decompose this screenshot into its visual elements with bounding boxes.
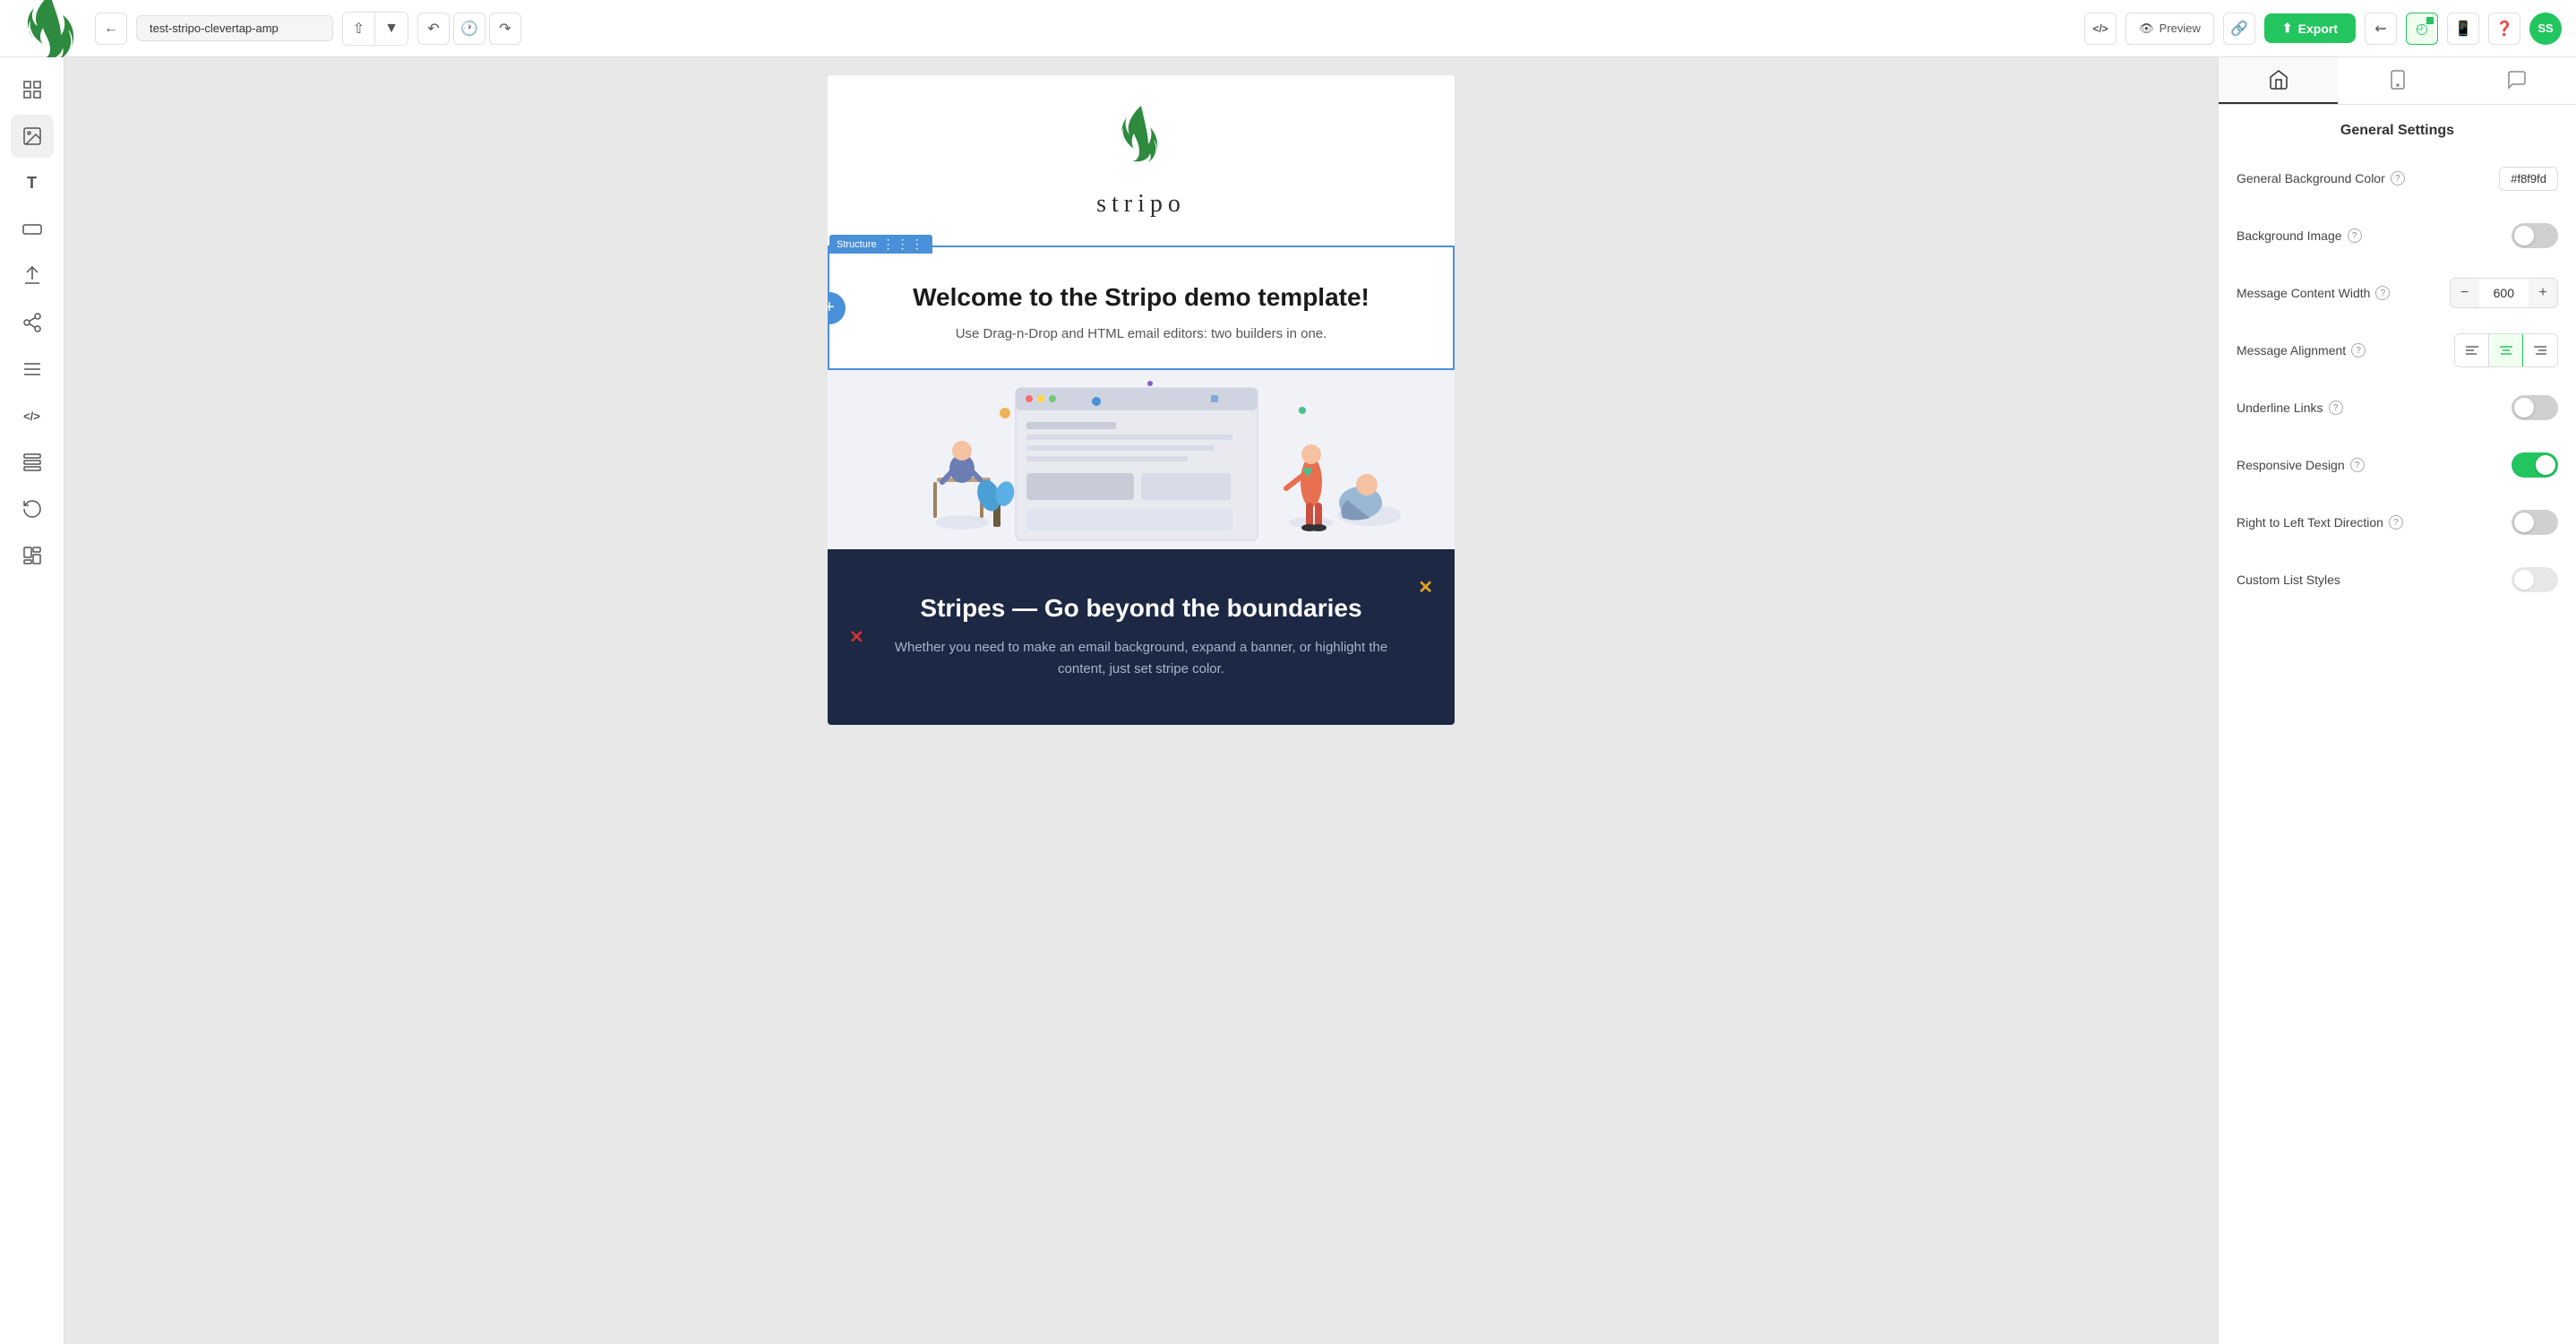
sidebar-item-grid[interactable] xyxy=(11,534,54,577)
setting-label-bg-image: Background Image ? xyxy=(2237,228,2362,243)
user-avatar[interactable]: SS xyxy=(2529,13,2562,45)
align-center-button[interactable] xyxy=(2489,334,2523,366)
setting-message-alignment: Message Alignment ? xyxy=(2237,332,2558,368)
help-underline[interactable]: ? xyxy=(2329,401,2343,415)
welcome-structure: Structure ⋮⋮⋮ + ⋮ Welcome to the Stripo … xyxy=(828,246,1455,370)
canvas-area: stripo Structure ⋮⋮⋮ + ⋮ Welcome to the … xyxy=(64,57,2218,1344)
help-rtl[interactable]: ? xyxy=(2389,515,2403,530)
width-increase-button[interactable]: + xyxy=(2529,279,2557,307)
toggle-custom-list[interactable] xyxy=(2512,567,2558,592)
welcome-subtitle: Use Drag-n-Drop and HTML email editors: … xyxy=(883,326,1399,341)
email-canvas: stripo Structure ⋮⋮⋮ + ⋮ Welcome to the … xyxy=(828,75,1455,1326)
preview-button[interactable]: 👁 Preview xyxy=(2125,13,2214,45)
width-value: 600 xyxy=(2483,286,2525,300)
help-msg-width[interactable]: ? xyxy=(2375,286,2390,300)
setting-message-width: Message Content Width ? − 600 + xyxy=(2237,275,2558,311)
panel-title: General Settings xyxy=(2237,123,2558,139)
welcome-block: Welcome to the Stripo demo template! Use… xyxy=(829,247,1453,368)
sidebar-item-modules[interactable] xyxy=(11,441,54,484)
dark-section: ✕ ✕ Stripes — Go beyond the boundaries W… xyxy=(828,549,1455,725)
left-sidebar: T </> xyxy=(0,57,64,1344)
sidebar-item-text[interactable]: T xyxy=(11,161,54,204)
mobile-view-button[interactable]: 📱 xyxy=(2447,13,2479,45)
tab-mobile[interactable] xyxy=(2338,57,2457,104)
history-button[interactable]: 🕐 xyxy=(453,13,485,45)
svg-text:♥: ♥ xyxy=(1302,462,1313,482)
history-group: ↶ 🕐 ↷ xyxy=(417,13,521,45)
dark-section-title: Stripes — Go beyond the boundaries xyxy=(881,594,1401,623)
help-bg-image[interactable]: ? xyxy=(2348,228,2362,243)
setting-label-rtl: Right to Left Text Direction ? xyxy=(2237,515,2403,530)
sidebar-item-code[interactable]: </> xyxy=(11,394,54,437)
undo-button[interactable]: ↶ xyxy=(417,13,450,45)
dark-section-subtitle: Whether you need to make an email backgr… xyxy=(881,637,1401,680)
redo-button[interactable]: ↷ xyxy=(489,13,521,45)
setting-background-image: Background Image ? xyxy=(2237,218,2558,254)
illustration-block: ♥ xyxy=(828,370,1455,549)
toggle-underline-links[interactable] xyxy=(2512,395,2558,420)
code-view-button[interactable]: </> xyxy=(2084,13,2117,45)
align-right-button[interactable] xyxy=(2523,334,2557,366)
setting-label-msg-width: Message Content Width ? xyxy=(2237,286,2390,300)
color-swatch-general-bg[interactable]: #f8f9fd xyxy=(2499,167,2558,191)
close-left[interactable]: ✕ xyxy=(849,626,864,649)
setting-label-general-bg: General Background Color ? xyxy=(2237,171,2405,185)
topbar: ← test-stripo-clevertap-amp ⇧ ▼ ↶ 🕐 ↷ </… xyxy=(0,0,2576,57)
help-general-bg[interactable]: ? xyxy=(2391,171,2405,185)
desktop-view-button[interactable]: ◴ xyxy=(2406,13,2438,45)
setting-general-bg-color: General Background Color ? #f8f9fd xyxy=(2237,160,2558,196)
preview-label: Preview xyxy=(2160,22,2201,35)
setting-underline-links: Underline Links ? xyxy=(2237,390,2558,426)
stripo-logo: stripo xyxy=(1096,102,1186,219)
app-logo xyxy=(14,0,86,66)
email-preview: stripo Structure ⋮⋮⋮ + ⋮ Welcome to the … xyxy=(828,75,1455,725)
sidebar-item-menu[interactable] xyxy=(11,348,54,391)
welcome-title: Welcome to the Stripo demo template! xyxy=(883,283,1399,312)
toggle-rtl[interactable] xyxy=(2512,510,2558,535)
align-left-button[interactable] xyxy=(2455,334,2489,366)
setting-label-underline: Underline Links ? xyxy=(2237,401,2343,415)
sidebar-item-send[interactable] xyxy=(11,254,54,297)
panel-tabs xyxy=(2219,57,2576,105)
main-content: T </> xyxy=(0,57,2576,1344)
close-right[interactable]: ✕ xyxy=(1418,576,1433,599)
share-button[interactable]: ⇜ xyxy=(2365,13,2397,45)
upload-group: ⇧ ▼ xyxy=(342,12,408,46)
export-button[interactable]: ⬆ Export xyxy=(2264,13,2356,43)
stripo-wordmark: stripo xyxy=(1096,190,1186,219)
upload-button[interactable]: ⇧ xyxy=(343,13,375,45)
email-logo-area: stripo xyxy=(828,75,1455,246)
link-button[interactable]: 🔗 xyxy=(2223,13,2255,45)
tab-settings[interactable] xyxy=(2219,57,2338,104)
structure-label: Structure ⋮⋮⋮ xyxy=(829,235,932,254)
setting-label-custom-list: Custom List Styles xyxy=(2237,573,2340,587)
upload-dropdown[interactable]: ▼ xyxy=(375,13,408,45)
panel-content: General Settings General Background Colo… xyxy=(2219,105,2576,1344)
toggle-background-image[interactable] xyxy=(2512,223,2558,248)
setting-label-responsive: Responsive Design ? xyxy=(2237,458,2365,472)
sidebar-item-undo[interactable] xyxy=(11,487,54,530)
sidebar-item-share[interactable] xyxy=(11,301,54,344)
tab-comments[interactable] xyxy=(2457,57,2576,104)
number-input-width: − 600 + xyxy=(2450,278,2558,308)
setting-label-alignment: Message Alignment ? xyxy=(2237,343,2366,358)
sidebar-item-image[interactable] xyxy=(11,115,54,158)
alignment-group xyxy=(2454,333,2558,367)
url-bar[interactable]: test-stripo-clevertap-amp xyxy=(136,15,333,41)
sidebar-item-banner[interactable] xyxy=(11,208,54,251)
back-button[interactable]: ← xyxy=(95,13,127,45)
setting-custom-list: Custom List Styles xyxy=(2237,562,2558,598)
help-alignment[interactable]: ? xyxy=(2351,343,2366,358)
help-responsive[interactable]: ? xyxy=(2350,458,2365,472)
help-button[interactable]: ❓ xyxy=(2488,13,2520,45)
width-decrease-button[interactable]: − xyxy=(2451,279,2479,307)
sidebar-item-blocks[interactable] xyxy=(11,68,54,111)
right-panel: General Settings General Background Colo… xyxy=(2218,57,2576,1344)
export-label: Export xyxy=(2298,22,2338,36)
setting-responsive-design: Responsive Design ? xyxy=(2237,447,2558,483)
setting-rtl: Right to Left Text Direction ? xyxy=(2237,504,2558,540)
toggle-responsive-design[interactable] xyxy=(2512,452,2558,478)
